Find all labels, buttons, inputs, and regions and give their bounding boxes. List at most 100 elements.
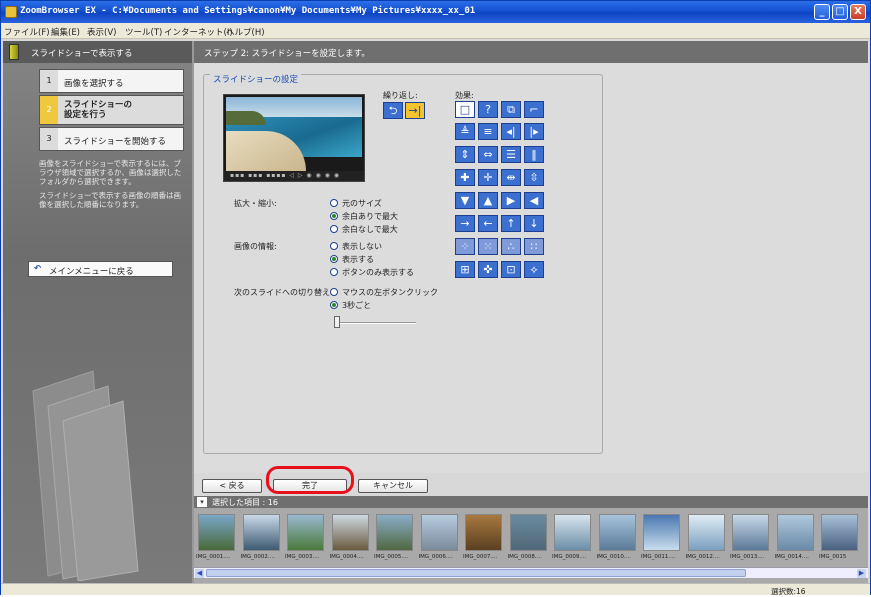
menu-internet[interactable]: インターネット(I)	[164, 26, 233, 38]
zoom-fit-margin-radio[interactable]: 余白ありで最大	[330, 211, 398, 222]
effect-zoom-center-icon[interactable]: ✜	[478, 261, 498, 278]
effect-slide-left-icon[interactable]: ◀	[524, 192, 544, 209]
scroll-right-icon[interactable]: ▶	[857, 569, 866, 578]
step-3-start[interactable]: 3 スライドショーを開始する	[39, 127, 184, 151]
effect-slide-up-icon[interactable]: ▲	[478, 192, 498, 209]
step-label: スライドショーを開始する	[64, 137, 167, 147]
repeat-loop-icon[interactable]: ⮌	[383, 102, 403, 119]
thumbnail-item[interactable]	[821, 514, 858, 551]
thumbnail-label: IMG_0002....	[240, 554, 275, 560]
effect-corner-icon[interactable]: ⌐	[524, 101, 544, 118]
thumbnail-item[interactable]	[287, 514, 324, 551]
thumbnail-item[interactable]	[643, 514, 680, 551]
effect-expand-vertical-icon[interactable]: ⇕	[455, 146, 475, 163]
interval-slider-track[interactable]	[338, 322, 416, 324]
collapse-icon[interactable]: ▾	[197, 497, 207, 507]
back-button[interactable]: < 戻る	[202, 479, 262, 493]
radio-label: 余白なしで最大	[342, 225, 398, 234]
effect-dissolve-medium-icon[interactable]: ⁙	[478, 238, 498, 255]
step-1-select-images[interactable]: 1 画像を選択する	[39, 69, 184, 93]
effect-zoom-box-icon[interactable]: ⊡	[501, 261, 521, 278]
thumbnail-item[interactable]	[554, 514, 591, 551]
sidebar: スライドショーで表示する 1 画像を選択する 2 スライドショーの 設定を行う …	[3, 41, 192, 583]
step-number: 3	[40, 128, 58, 150]
effect-expand-horizontal-icon[interactable]: ⇔	[478, 146, 498, 163]
horizontal-scrollbar[interactable]: ◀ ▶	[194, 567, 868, 578]
step-header-text: ステップ 2: スライドショーを設定します。	[204, 49, 370, 59]
effect-split-left-icon[interactable]: ◂|	[501, 123, 521, 140]
menu-tools[interactable]: ツール(T)	[125, 26, 162, 38]
thumbnail-item[interactable]	[242, 514, 280, 551]
effect-wipe-down-icon[interactable]: ≡	[478, 123, 498, 140]
close-button[interactable]: X	[850, 4, 866, 20]
effect-zoom-spread-icon[interactable]: ⟡	[524, 261, 544, 278]
thumbnail-item[interactable]	[420, 514, 458, 551]
thumbnail-item[interactable]	[376, 514, 413, 551]
effect-dissolve-blocks-icon[interactable]: ∷	[524, 238, 544, 255]
thumbnail-label: IMG_0006....	[418, 554, 453, 560]
effect-open-horizontal-icon[interactable]: ⇹	[501, 169, 521, 186]
thumbnail-item[interactable]	[198, 514, 235, 551]
effect-zoom-grid-icon[interactable]: ⊞	[455, 261, 475, 278]
interval-slider-thumb[interactable]	[334, 316, 340, 328]
effect-none-icon[interactable]: □	[455, 101, 475, 118]
zoom-original-radio[interactable]: 元のサイズ	[330, 198, 382, 209]
effect-cross-out-icon[interactable]: ✛	[478, 169, 498, 186]
thumbnail-item[interactable]	[732, 514, 769, 551]
effect-blinds-vertical-icon[interactable]: ‖	[524, 146, 544, 163]
thumbnail-item[interactable]	[776, 514, 814, 551]
effect-move-up-icon[interactable]: ↑	[501, 215, 521, 232]
menu-edit[interactable]: 編集(E)	[51, 26, 80, 38]
effect-cross-in-icon[interactable]: ✚	[455, 169, 475, 186]
strip-header: ▾ 選択した項目 : 16	[194, 496, 868, 508]
scroll-left-icon[interactable]: ◀	[195, 569, 204, 578]
effect-slide-right-icon[interactable]: ▶	[501, 192, 521, 209]
effect-slide-down-icon[interactable]: ▼	[455, 192, 475, 209]
preview-cliff	[226, 111, 266, 125]
radio-dot	[330, 288, 338, 296]
info-buttons-only-radio[interactable]: ボタンのみ表示する	[330, 267, 414, 278]
thumbnail-item[interactable]	[509, 514, 547, 551]
maximize-button[interactable]: □	[832, 4, 848, 20]
menu-file[interactable]: ファイル(F)	[4, 26, 50, 38]
back-to-main-menu-button[interactable]: ↶ メインメニューに戻る	[28, 261, 173, 277]
effect-dissolve-fine-icon[interactable]: ⁘	[455, 238, 475, 255]
info-hide-radio[interactable]: 表示しない	[330, 241, 382, 252]
menu-help[interactable]: ヘルプ(H)	[226, 26, 265, 38]
effect-move-left-icon[interactable]: ←	[478, 215, 498, 232]
zoom-fit-nomargin-radio[interactable]: 余白なしで最大	[330, 224, 398, 235]
return-icon: ↶	[34, 264, 42, 274]
thumbnail-item[interactable]	[598, 514, 636, 551]
effect-split-right-icon[interactable]: |▸	[524, 123, 544, 140]
cancel-button[interactable]: キャンセル	[358, 479, 428, 493]
thumbnail-item[interactable]	[687, 514, 725, 551]
next-mouse-click-radio[interactable]: マウスの左ボタンクリック	[330, 287, 438, 298]
effect-move-right-icon[interactable]: →	[455, 215, 475, 232]
effect-spiral-icon[interactable]: ⧉	[501, 101, 521, 118]
thumbnail-label: IMG_0015	[819, 554, 847, 560]
radio-dot	[330, 301, 338, 309]
selected-items-strip: ▾ 選択した項目 : 16 IMG_0001.... IMG_0002.... IM…	[194, 496, 868, 583]
menu-view[interactable]: 表示(V)	[87, 26, 116, 38]
step-2-settings[interactable]: 2 スライドショーの 設定を行う	[39, 95, 184, 125]
radio-dot	[330, 255, 338, 263]
effect-random-icon[interactable]: ?	[478, 101, 498, 118]
minimize-button[interactable]: _	[814, 4, 830, 20]
sidebar-header: スライドショーで表示する	[3, 41, 192, 63]
next-interval-radio[interactable]: 3秒ごと	[330, 300, 371, 311]
effect-dissolve-coarse-icon[interactable]: ∴	[501, 238, 521, 255]
menu-bar: ファイル(F) 編集(E) 表示(V) ツール(T) インターネット(I) ヘル…	[1, 23, 870, 39]
info-show-radio[interactable]: 表示する	[330, 254, 374, 265]
radio-label: 表示しない	[342, 242, 382, 251]
step-header: ステップ 2: スライドショーを設定します。	[194, 41, 868, 63]
thumbnail-item[interactable]	[465, 514, 502, 551]
scrollbar-thumb[interactable]	[206, 569, 746, 577]
effect-blinds-horizontal-icon[interactable]: ☰	[501, 146, 521, 163]
thumbnail-label: IMG_0011....	[641, 554, 676, 560]
effect-wipe-up-icon[interactable]: ≜	[455, 123, 475, 140]
thumbnail-item[interactable]	[331, 514, 369, 551]
repeat-once-icon[interactable]: →|	[405, 102, 425, 119]
effect-open-vertical-icon[interactable]: ⇳	[524, 169, 544, 186]
title-bar[interactable]: ZoomBrowser EX - C:¥Documents and Settin…	[1, 1, 870, 23]
effect-move-down-icon[interactable]: ↓	[524, 215, 544, 232]
